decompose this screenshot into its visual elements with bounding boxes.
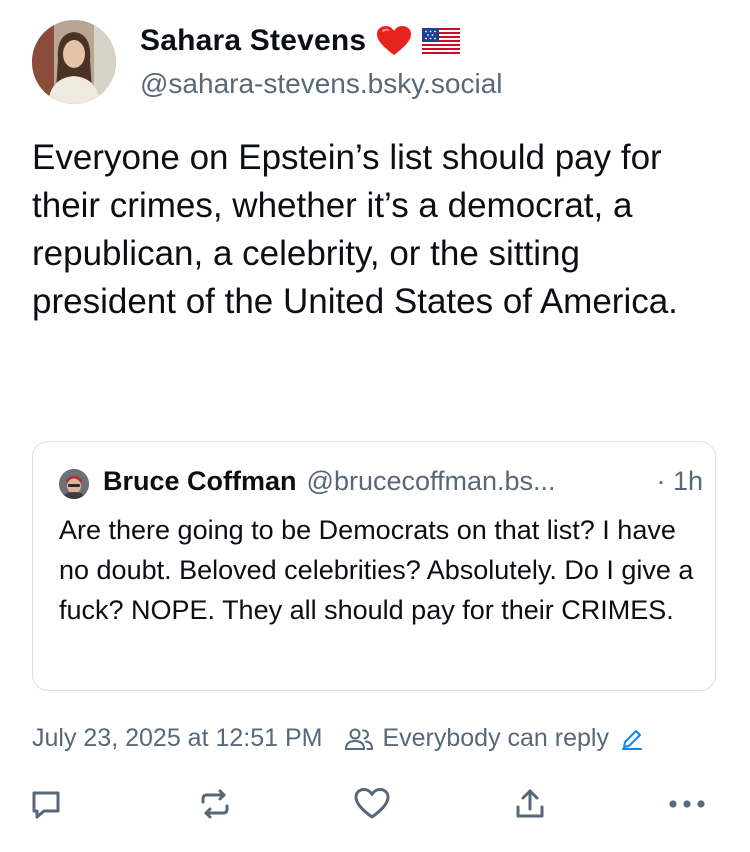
quoted-author-avatar[interactable] xyxy=(59,469,89,499)
author-avatar[interactable] xyxy=(32,20,116,104)
repost-icon[interactable] xyxy=(193,782,237,826)
post-timestamp: July 23, 2025 at 12:51 PM xyxy=(32,724,323,752)
like-icon[interactable] xyxy=(350,782,394,826)
post-text: Everyone on Epstein’s list should pay fo… xyxy=(32,138,678,321)
people-icon xyxy=(344,726,374,752)
quoted-post-time: · 1h xyxy=(656,466,703,496)
share-icon[interactable] xyxy=(508,782,552,826)
author-display-name[interactable]: Sahara Stevens xyxy=(140,24,366,58)
more-icon[interactable] xyxy=(665,782,709,826)
reply-setting-text: Everybody can reply xyxy=(382,724,609,752)
post-action-bar xyxy=(0,782,750,826)
quoted-author-handle[interactable]: @brucecoffman.bs... xyxy=(307,466,556,497)
quoted-post-text: Are there going to be Democrats on that … xyxy=(59,515,694,625)
reply-icon[interactable] xyxy=(24,782,68,826)
edit-reply-settings-icon[interactable] xyxy=(619,726,645,752)
author-avatar-image xyxy=(32,20,116,104)
quoted-author-name[interactable]: Bruce Coffman xyxy=(103,466,297,497)
quoted-avatar-image xyxy=(59,469,89,499)
author-handle[interactable]: @sahara-stevens.bsky.social xyxy=(140,68,503,100)
quoted-post-card[interactable]: Bruce Coffman @brucecoffman.bs... · 1h A… xyxy=(32,441,716,691)
red-heart-icon xyxy=(376,25,412,57)
us-flag-icon xyxy=(422,28,461,54)
